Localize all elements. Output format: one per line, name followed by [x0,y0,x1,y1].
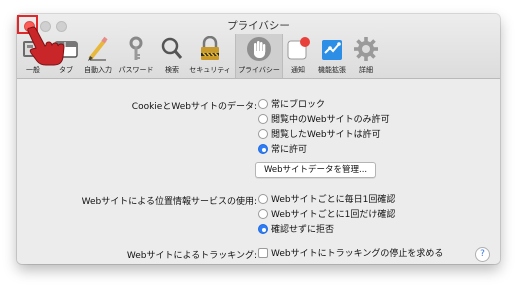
location-option-once[interactable]: Webサイトごとに1回だけ確認 [258,208,395,221]
pointing-hand-cursor-icon [27,26,65,66]
tab-tabs-label: タブ [59,66,73,74]
tracking-label: Webサイトによるトラッキング: [126,251,257,261]
tab-privacy[interactable]: プライバシー [235,34,283,78]
toolbar: プライバシー 一般 タブ 自動入力 パスワード 検索 セキュリティ プライバシー… [17,14,500,79]
cookies-option-visited-sites[interactable]: 閲覧したWebサイトは許可 [258,128,381,141]
cookies-option-current-site-only[interactable]: 閲覧中のWebサイトのみ許可 [258,113,390,126]
tab-search[interactable]: 検索 [158,34,186,78]
tab-security[interactable]: セキュリティ [188,34,232,78]
location-option-daily[interactable]: Webサイトごとに毎日1回確認 [258,193,395,206]
help-button[interactable]: ? [475,247,490,262]
cookies-label: CookieとWebサイトのデータ: [131,102,257,112]
cookies-option-always-allow[interactable]: 常に許可 [258,143,307,156]
radio-button[interactable] [258,128,268,139]
autofill-pencil-icon [88,36,108,61]
radio-button-selected[interactable] [258,143,268,154]
tab-autofill-label: 自動入力 [84,66,112,74]
notification-icon [287,37,310,60]
tab-extensions[interactable]: 機能拡張 [314,34,350,78]
tab-bar: 一般 タブ 自動入力 パスワード 検索 セキュリティ プライバシー 通知 機能拡… [17,34,500,78]
radio-button[interactable] [258,193,268,204]
tab-autofill[interactable]: 自動入力 [81,34,115,78]
radio-button[interactable] [258,208,268,219]
do-not-track-option[interactable]: Webサイトにトラッキングの停止を求める [258,247,443,260]
radio-button-selected[interactable] [258,223,268,234]
tab-notifications[interactable]: 通知 [285,34,311,78]
location-option-deny[interactable]: 確認せずに拒否 [258,223,334,236]
tab-privacy-label: プライバシー [238,66,280,74]
tab-passwords-label: パスワード [118,66,154,74]
tab-passwords[interactable]: パスワード [116,34,156,78]
do-not-track-checkbox[interactable] [258,247,268,258]
location-label: Webサイトによる位置情報サービスの使用: [81,197,257,207]
manage-website-data-button[interactable]: Webサイトデータを管理... [255,162,377,178]
tab-extensions-label: 機能拡張 [318,66,346,74]
tab-search-label: 検索 [165,66,179,74]
radio-button[interactable] [258,98,268,109]
cookies-option-always-block[interactable]: 常にブロック [258,98,325,111]
gear-icon [354,37,378,61]
magnifier-icon [161,37,183,59]
tab-notifications-label: 通知 [291,66,305,74]
tab-advanced-label: 詳細 [359,66,373,74]
preferences-window: プライバシー 一般 タブ 自動入力 パスワード 検索 セキュリティ プライバシー… [17,14,500,264]
radio-button[interactable] [258,113,268,124]
tab-security-label: セキュリティ [189,66,231,74]
puzzle-icon [322,40,342,60]
tab-advanced[interactable]: 詳細 [353,34,379,78]
window-title: プライバシー [227,20,290,32]
hand-icon [247,37,271,61]
padlock-icon [201,36,219,60]
tab-general-label: 一般 [26,66,40,74]
privacy-pane: CookieとWebサイトのデータ: 常にブロック 閲覧中のWebサイトのみ許可… [17,79,500,264]
key-icon [129,36,143,60]
